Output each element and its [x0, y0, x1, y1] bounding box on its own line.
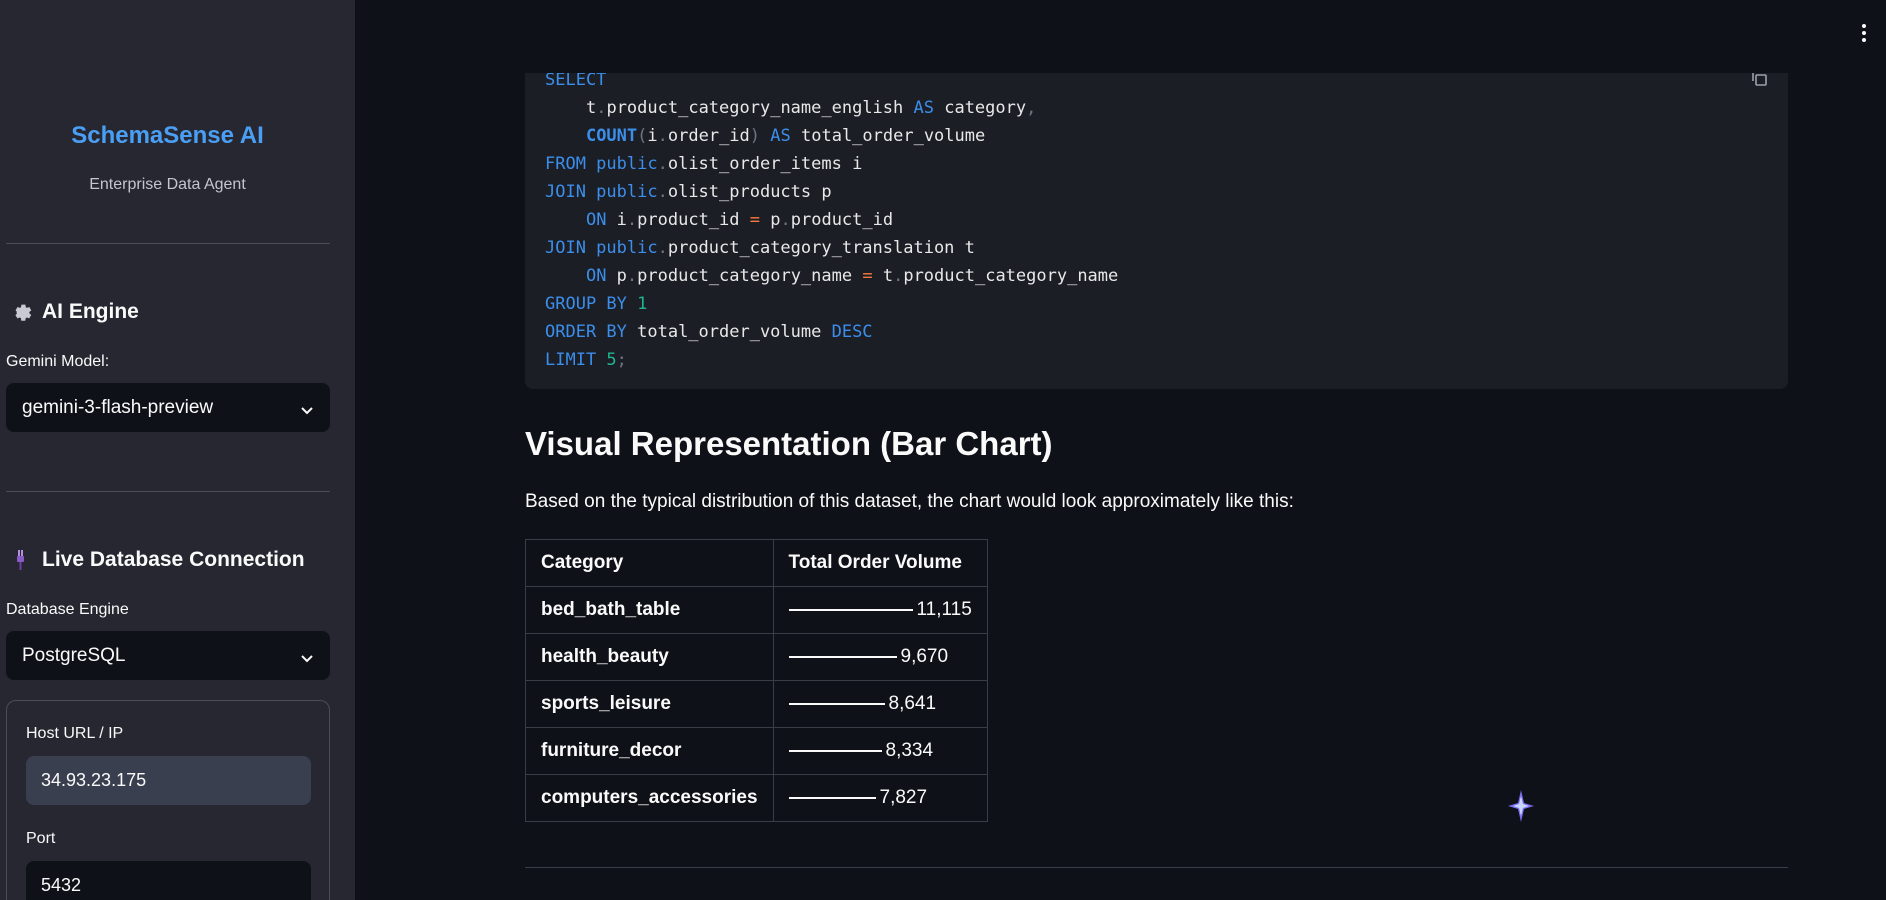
volume-cell: 11,115 — [772, 586, 988, 634]
gear-icon — [8, 300, 32, 324]
table-row: computers_accessories 7,827 — [525, 774, 988, 822]
code-line: COUNT(i.order_id) AS total_order_volume — [585, 126, 986, 146]
category-cell: furniture_decor — [525, 727, 774, 775]
header-bar — [355, 0, 1886, 73]
divider — [525, 867, 1788, 868]
description-text: Based on the typical distribution of thi… — [525, 491, 1294, 512]
table-row: bed_bath_table 11,115 — [525, 586, 988, 634]
db-engine-label: Database Engine — [6, 601, 129, 618]
volume-value: 8,334 — [885, 740, 934, 761]
volume-value: 8,641 — [888, 693, 937, 714]
volume-bar — [788, 749, 882, 752]
volume-cell: 7,827 — [772, 774, 988, 822]
code-line: ORDER BY total_order_volume DESC — [545, 322, 873, 342]
code-line: JOIN public.olist_products p — [545, 182, 832, 202]
sidebar: SchemaSense AI Enterprise Data Agent AI … — [0, 0, 355, 900]
code-line: LIMIT 5; — [545, 350, 627, 370]
sql-code-block: SELECT t.product_category_name_english A… — [525, 40, 1788, 389]
volume-bar — [788, 796, 876, 799]
ai-engine-title: AI Engine — [42, 300, 139, 323]
volume-cell: 8,334 — [772, 727, 988, 775]
volume-cell: 9,670 — [772, 633, 988, 681]
category-cell: sports_leisure — [525, 680, 774, 728]
gemini-model-value: gemini-3-flash-preview — [22, 396, 214, 418]
code-line: t.product_category_name_english AS categ… — [585, 98, 1037, 118]
port-value: 5432 — [41, 875, 82, 895]
volume-value: 9,670 — [900, 646, 949, 667]
volume-bar — [788, 608, 913, 611]
section-heading: Visual Representation (Bar Chart) — [525, 425, 1053, 462]
sparkle-icon[interactable] — [1506, 786, 1536, 826]
host-label: Host URL / IP — [26, 725, 124, 742]
gemini-model-select[interactable]: gemini-3-flash-preview — [6, 383, 330, 432]
brand-subtitle: Enterprise Data Agent — [89, 176, 246, 193]
db-connection-title: Live Database Connection — [42, 548, 305, 571]
volume-value: 11,115 — [916, 599, 972, 620]
port-input[interactable]: 5432 — [26, 861, 311, 900]
table-header-row: Category Total Order Volume — [525, 539, 988, 587]
code-line: FROM public.olist_order_items i — [545, 154, 863, 174]
table-row: sports_leisure 8,641 — [525, 680, 988, 728]
volume-cell: 8,641 — [772, 680, 988, 728]
divider — [6, 491, 330, 492]
chevron-down-icon — [300, 649, 314, 663]
chevron-down-icon — [300, 401, 314, 415]
column-header: Category — [525, 539, 774, 587]
divider — [6, 243, 330, 244]
column-header: Total Order Volume — [772, 539, 988, 587]
brand-title: SchemaSense AI — [71, 122, 264, 149]
category-cell: bed_bath_table — [525, 586, 774, 634]
gemini-model-label: Gemini Model: — [6, 353, 110, 370]
code-line: ON i.product_id = p.product_id — [585, 210, 894, 230]
volume-bar — [788, 702, 885, 705]
port-label: Port — [26, 830, 56, 847]
volume-bar — [788, 655, 897, 658]
host-value: 34.93.23.175 — [41, 770, 147, 790]
results-table: Category Total Order Volume bed_bath_tab… — [525, 539, 988, 822]
volume-value: 7,827 — [879, 787, 928, 808]
db-engine-value: PostgreSQL — [22, 644, 126, 666]
table-row: health_beauty 9,670 — [525, 633, 988, 681]
db-engine-select[interactable]: PostgreSQL — [6, 631, 330, 680]
plug-icon — [8, 548, 32, 572]
connection-form: Host URL / IP 34.93.23.175 Port 5432 — [6, 700, 330, 900]
main-content: SELECT t.product_category_name_english A… — [355, 0, 1886, 900]
more-options-icon[interactable] — [1860, 24, 1868, 46]
ai-engine-heading: AI Engine — [8, 300, 139, 324]
category-cell: health_beauty — [525, 633, 774, 681]
table-row: furniture_decor 8,334 — [525, 727, 988, 775]
code-line: GROUP BY 1 — [545, 294, 648, 314]
code-line: ON p.product_category_name = t.product_c… — [585, 266, 1119, 286]
host-input[interactable]: 34.93.23.175 — [26, 756, 311, 805]
category-cell: computers_accessories — [525, 774, 774, 822]
code-line: JOIN public.product_category_translation… — [545, 238, 975, 258]
db-connection-heading: Live Database Connection — [8, 548, 305, 572]
